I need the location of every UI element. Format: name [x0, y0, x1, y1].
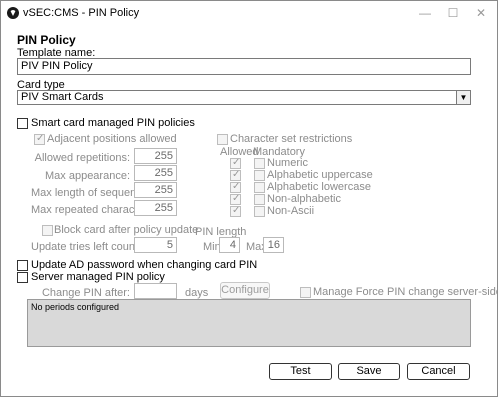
pin-max-input[interactable]: 16: [263, 237, 284, 253]
update-ad-label: Update AD password when changing card PI…: [31, 259, 258, 271]
lowercase-allowed-checkbox[interactable]: [230, 181, 241, 193]
change-pin-after-label: Change PIN after:: [41, 287, 130, 299]
numeric-mandatory-checkbox[interactable]: [254, 158, 265, 169]
card-type-select[interactable]: PIV Smart Cards ▼: [17, 90, 471, 105]
page-heading: PIN Policy: [17, 33, 76, 47]
server-managed-checkbox[interactable]: [17, 272, 28, 283]
days-label: days: [185, 287, 209, 299]
cancel-button[interactable]: Cancel: [407, 363, 470, 380]
adjacent-positions-checkbox[interactable]: [34, 133, 45, 145]
change-pin-after-input[interactable]: [134, 283, 177, 299]
charset-restrictions-label: Character set restrictions: [230, 133, 353, 145]
periods-list[interactable]: No periods configured: [27, 299, 471, 347]
non-alphabetic-mandatory-checkbox[interactable]: [254, 194, 265, 205]
minimize-button[interactable]: —: [411, 3, 439, 23]
configure-button[interactable]: Configure: [220, 282, 270, 299]
max-length-sequence-label: Max length of sequence:: [31, 187, 151, 199]
block-card-label: Block card after policy update: [54, 224, 199, 236]
chevron-down-icon[interactable]: ▼: [456, 91, 470, 104]
max-repeated-characters-label: Max repeated characters:: [31, 204, 156, 216]
lowercase-mandatory-checkbox[interactable]: [254, 182, 265, 193]
charset-restrictions-checkbox[interactable]: [217, 134, 228, 145]
test-button[interactable]: Test: [269, 363, 332, 380]
uppercase-mandatory-checkbox[interactable]: [254, 170, 265, 181]
template-name-input[interactable]: PIV PIN Policy: [17, 58, 471, 75]
update-tries-label: Update tries left counter:: [31, 241, 151, 253]
window-title: vSEC:CMS - PIN Policy: [23, 7, 140, 19]
block-card-checkbox[interactable]: [42, 225, 53, 236]
max-appearance-input[interactable]: 255: [134, 165, 177, 181]
non-ascii-mandatory-checkbox[interactable]: [254, 206, 265, 217]
update-ad-checkbox[interactable]: [17, 260, 28, 271]
app-logo-icon: [7, 7, 19, 19]
periods-empty-text: No periods configured: [31, 302, 120, 312]
non-ascii-label: Non-Ascii: [267, 205, 315, 217]
uppercase-label: Alphabetic uppercase: [267, 169, 373, 181]
save-button[interactable]: Save: [338, 363, 400, 380]
max-length-sequence-input[interactable]: 255: [134, 182, 177, 198]
max-repeated-characters-input[interactable]: 255: [134, 200, 177, 216]
pin-min-input[interactable]: 4: [219, 237, 240, 253]
non-ascii-allowed-checkbox[interactable]: [230, 205, 241, 217]
manage-force-label: Manage Force PIN change server-side: [313, 286, 498, 298]
max-appearance-label: Max appearance:: [45, 170, 130, 182]
title-bar: vSEC:CMS - PIN Policy — ☐ ✕: [1, 1, 497, 25]
adjacent-positions-label: Adjacent positions allowed: [47, 133, 177, 145]
uppercase-allowed-checkbox[interactable]: [230, 169, 241, 181]
allowed-repetitions-label: Allowed repetitions:: [34, 152, 130, 164]
smart-card-managed-checkbox[interactable]: [17, 118, 28, 129]
allowed-repetitions-input[interactable]: 255: [134, 148, 177, 164]
lowercase-label: Alphabetic lowercase: [267, 181, 371, 193]
card-type-value: PIV Smart Cards: [21, 91, 104, 103]
pin-policy-window: vSEC:CMS - PIN Policy — ☐ ✕ PIN Policy T…: [0, 0, 498, 397]
manage-force-checkbox[interactable]: [300, 287, 311, 298]
numeric-label: Numeric: [267, 157, 308, 169]
smart-card-managed-label: Smart card managed PIN policies: [31, 117, 195, 129]
non-alphabetic-label: Non-alphabetic: [267, 193, 341, 205]
close-button[interactable]: ✕: [467, 3, 495, 23]
non-alphabetic-allowed-checkbox[interactable]: [230, 193, 241, 205]
numeric-allowed-checkbox[interactable]: [230, 157, 241, 169]
maximize-button[interactable]: ☐: [439, 3, 467, 23]
update-tries-input[interactable]: 5: [134, 237, 177, 253]
server-managed-label: Server managed PIN policy: [31, 271, 165, 283]
